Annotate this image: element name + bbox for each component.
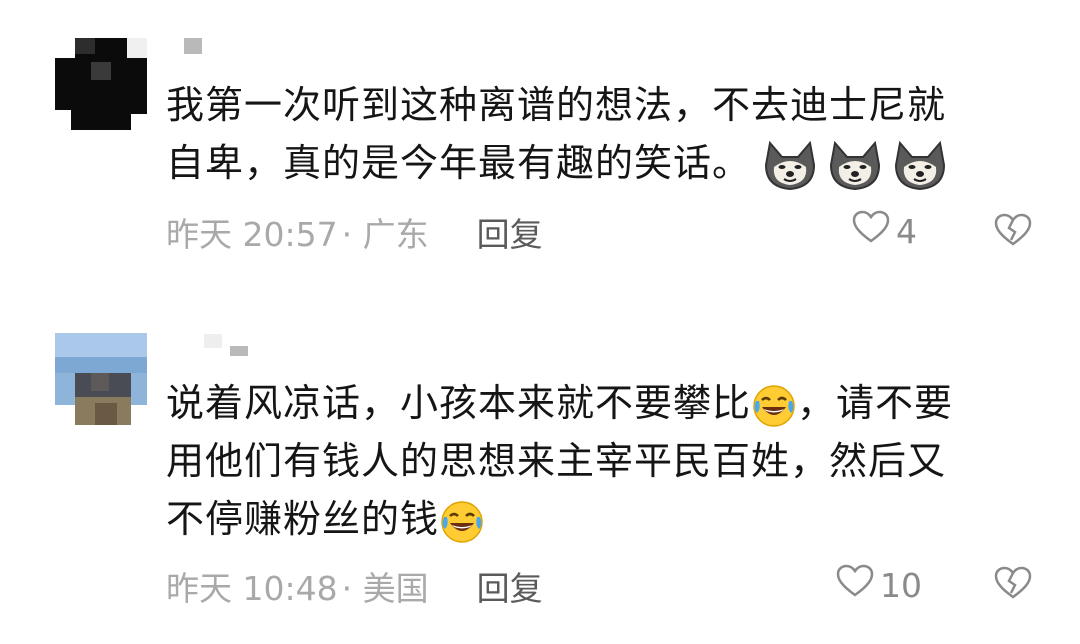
- like-button[interactable]: 4: [852, 210, 917, 252]
- comment-text-line: 自卑，真的是今年最有趣的笑话。: [166, 141, 752, 185]
- laugh-cry-icon: [751, 383, 797, 429]
- reply-button[interactable]: 回复: [477, 208, 543, 256]
- avatar[interactable]: [55, 333, 147, 425]
- like-count: 4: [896, 211, 917, 251]
- broken-heart-icon: [994, 213, 1032, 251]
- dislike-button[interactable]: [994, 566, 1032, 604]
- comment-meta: 昨天 20:57 · 广东 回复: [166, 208, 543, 256]
- username[interactable]: [204, 334, 248, 356]
- comment-location: · 广东: [341, 215, 429, 254]
- doge-icon: [894, 140, 946, 191]
- like-count: 10: [880, 565, 922, 605]
- comment-item: 说着风凉话，小孩本来就不要攀比 ，请不要 用他们有钱人的思想来主宰平民百姓，然后…: [0, 300, 1080, 644]
- dislike-button[interactable]: [994, 213, 1032, 251]
- comment-location: · 美国: [341, 569, 429, 608]
- username[interactable]: [184, 38, 202, 54]
- heart-icon: [836, 564, 874, 606]
- doge-icon: [829, 140, 881, 191]
- comment-meta: 昨天 10:48 · 美国 回复: [166, 562, 543, 610]
- heart-icon: [852, 210, 890, 252]
- comment-text-line: 不停赚粉丝的钱: [166, 497, 440, 541]
- comment-item: 我第一次听到这种离谱的想法，不去迪士尼就 自卑，真的是今年最有趣的笑话。 昨天 …: [0, 0, 1080, 300]
- comment-time: 昨天 20:57: [166, 215, 338, 254]
- comment-text-line: 说着风凉话，小孩本来就不要攀比: [166, 381, 752, 425]
- laugh-cry-icon: [439, 499, 485, 545]
- comment-text-line: ，请不要: [797, 381, 954, 425]
- avatar[interactable]: [55, 38, 147, 130]
- comment-time: 昨天 10:48: [166, 569, 338, 608]
- doge-icon: [764, 140, 816, 191]
- comment-text: 说着风凉话，小孩本来就不要攀比 ，请不要 用他们有钱人的思想来主宰平民百姓，然后…: [166, 374, 1046, 548]
- comment-text: 我第一次听到这种离谱的想法，不去迪士尼就 自卑，真的是今年最有趣的笑话。: [166, 76, 1046, 192]
- reply-button[interactable]: 回复: [477, 562, 543, 610]
- comment-text-line: 我第一次听到这种离谱的想法，不去迪士尼就: [166, 83, 947, 127]
- broken-heart-icon: [994, 566, 1032, 604]
- like-button[interactable]: 10: [836, 564, 922, 606]
- comment-text-line: 用他们有钱人的思想来主宰平民百姓，然后又: [166, 439, 947, 483]
